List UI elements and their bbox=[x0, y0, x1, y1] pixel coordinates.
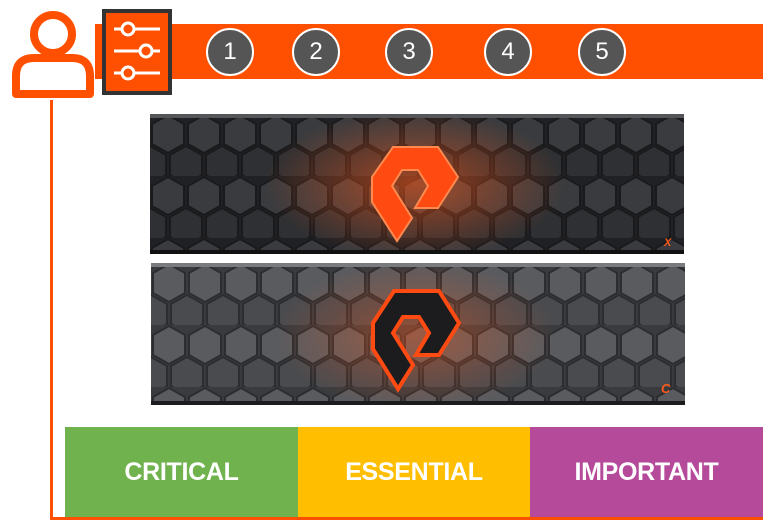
tier-critical[interactable]: CRITICAL bbox=[65, 427, 298, 517]
settings-sliders-icon[interactable] bbox=[102, 9, 172, 95]
tier-important[interactable]: IMPORTANT bbox=[530, 427, 763, 517]
tier-essential[interactable]: ESSENTIAL bbox=[298, 427, 530, 517]
step-4[interactable]: 4 bbox=[484, 28, 532, 76]
flasharray-x-device: X bbox=[150, 114, 684, 254]
frame-left-border bbox=[50, 100, 53, 520]
flasharray-c-device: C bbox=[151, 263, 685, 405]
step-5[interactable]: 5 bbox=[578, 28, 626, 76]
user-icon bbox=[12, 11, 94, 98]
device-badge-c: C bbox=[661, 381, 671, 396]
step-3[interactable]: 3 bbox=[385, 28, 433, 76]
step-1[interactable]: 1 bbox=[206, 28, 254, 76]
device-badge-x: X bbox=[663, 237, 672, 249]
step-2[interactable]: 2 bbox=[292, 28, 340, 76]
frame-bottom-border bbox=[50, 517, 763, 520]
